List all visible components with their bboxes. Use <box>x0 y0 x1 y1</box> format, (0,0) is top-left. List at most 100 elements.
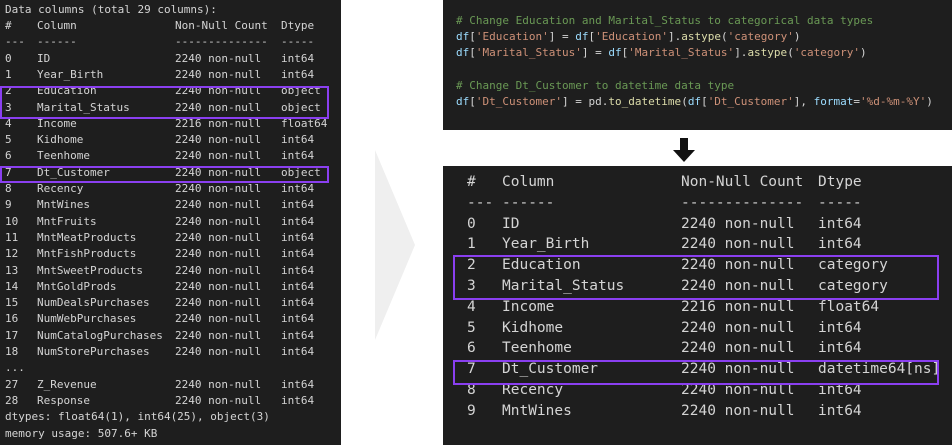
table-row: 14 MntGoldProds 2240 non-null int64 <box>0 279 341 295</box>
cell-dtype: int64 <box>281 214 315 228</box>
cell-dtype: int64 <box>818 319 862 336</box>
cell-non-null-count: 2240 non-null <box>175 198 262 212</box>
table-row: 5 Kidhome 2240 non-null int64 <box>443 318 952 339</box>
cell-column: MntWines <box>502 402 572 419</box>
code-token: ) <box>926 95 933 108</box>
cell-column: NumCatalogPurchases <box>37 328 163 342</box>
cell-index: # <box>467 174 476 190</box>
cell-non-null-count: 2240 non-null <box>175 230 262 244</box>
cell-non-null-count: 2240 non-null <box>681 319 795 336</box>
cell-dtype: int64 <box>281 393 315 407</box>
cell-non-null-count: 2240 non-null <box>175 393 262 407</box>
cell-index: 5 <box>5 133 12 147</box>
code-token: 'Dt_Customer' <box>707 95 794 108</box>
code-comment-2: # Change Dt_Customer to datetime data ty… <box>456 79 735 92</box>
cell-non-null-count: 2240 non-null <box>175 312 262 326</box>
code-cell: # Change Education and Marital_Status to… <box>443 0 952 130</box>
cell-index: 1 <box>467 236 476 253</box>
cell-non-null-count: 2240 non-null <box>175 182 262 195</box>
code-token: df <box>687 95 702 108</box>
cell-index: 8 <box>5 182 12 195</box>
table-row: 17 NumCatalogPurchases 2240 non-null int64 <box>0 328 341 344</box>
info-title: Data columns (total 29 columns): <box>5 3 217 16</box>
cell-index: 15 <box>5 296 19 310</box>
cell-non-null-count: 2240 non-null <box>175 133 262 147</box>
cell-index: 1 <box>5 67 12 81</box>
highlight-box-categorical-after <box>453 255 939 300</box>
cell-non-null-count: 2240 non-null <box>175 377 262 391</box>
table-row: 28 Response 2240 non-null int64 <box>0 393 341 409</box>
cell-dtype: Dtype <box>818 174 862 190</box>
code-token: ( <box>681 95 688 108</box>
cell-index: 9 <box>5 198 12 212</box>
code-token: 'category' <box>793 46 861 59</box>
cell-non-null-count: 2240 non-null <box>175 214 262 228</box>
code-line-education: df['Education'] = df['Education'].astype… <box>456 29 800 45</box>
cell-dtype: int64 <box>281 345 315 358</box>
code-token: ) <box>860 46 867 59</box>
table-row: 13 MntSweetProducts 2240 non-null int64 <box>0 263 341 279</box>
cell-dtype: int64 <box>281 312 315 326</box>
cell-dtype: int64 <box>281 328 315 342</box>
code-token: 'Education' <box>595 30 668 43</box>
cell-dtype: ----- <box>281 35 315 49</box>
cell-column: ------ <box>37 35 77 49</box>
code-token: astype <box>747 46 788 59</box>
code-comment-1: # Change Education and Marital_Status to… <box>456 14 874 27</box>
code-token: df <box>456 46 470 59</box>
code-token: astype <box>681 30 721 43</box>
arrow-down-icon <box>673 138 695 162</box>
table-row: 5 Kidhome 2240 non-null int64 <box>0 132 341 148</box>
table-row: 16 NumWebPurchases 2240 non-null int64 <box>0 311 341 327</box>
cell-index: 12 <box>5 247 19 261</box>
cell-column: ID <box>37 51 51 65</box>
cell-dtype: int64 <box>281 230 315 244</box>
info-output-after: # Column Non-Null Count Dtype --- ------ -----… <box>443 166 952 445</box>
cell-column: MntWines <box>37 198 90 212</box>
table-row: 10 MntFruits 2240 non-null int64 <box>0 214 341 230</box>
table-row: 6 Teenhome 2240 non-null int64 <box>0 148 341 164</box>
cell-column: Year_Birth <box>37 67 104 81</box>
cell-non-null-count: 2240 non-null <box>681 236 795 253</box>
cell-non-null-count: -------------- <box>175 35 268 49</box>
cell-column: ------ <box>502 194 555 211</box>
cell-column: Teenhome <box>502 340 572 357</box>
code-token: ] = <box>581 46 609 59</box>
table-row: 11 MntMeatProducts 2240 non-null int64 <box>0 230 341 246</box>
code-token: '%d-%m-%Y' <box>860 95 927 108</box>
ellipsis-text: ... <box>5 361 25 375</box>
table-row: 1 Year_Birth 2240 non-null int64 <box>443 234 952 255</box>
table-row: 27 Z_Revenue 2240 non-null int64 <box>0 377 341 393</box>
cell-dtype: int64 <box>818 236 862 253</box>
cell-dtype: ----- <box>818 194 862 211</box>
code-line-marital-status: df['Marital_Status'] = df['Marital_Statu… <box>456 45 867 61</box>
code-token: ], <box>793 95 814 108</box>
info-output-before: Data columns (total 29 columns): # Column… <box>0 0 341 445</box>
highlight-box-categorical-before <box>0 86 329 119</box>
cell-dtype: int64 <box>281 296 315 310</box>
code-token: 'Marital_Status' <box>628 46 735 59</box>
code-token: [ <box>701 95 708 108</box>
cell-column: Kidhome <box>502 319 564 336</box>
cell-dtype: int64 <box>818 402 862 419</box>
table-header: # Column Non-Null Count Dtype <box>0 18 341 34</box>
cell-column: Z_Revenue <box>37 377 97 391</box>
cell-non-null-count: 2240 non-null <box>175 263 262 277</box>
code-token: [ <box>469 30 476 43</box>
cell-index: 18 <box>5 345 19 358</box>
cell-dtype: int64 <box>281 279 315 293</box>
code-token: 'Marital_Status' <box>475 46 582 59</box>
cell-index: 14 <box>5 279 19 293</box>
cell-dtype: int64 <box>281 133 315 147</box>
code-token: 'category' <box>727 30 794 43</box>
table-header: # Column Non-Null Count Dtype <box>443 172 952 193</box>
code-token: ]. <box>734 46 748 59</box>
cell-non-null-count: 2240 non-null <box>175 149 262 163</box>
cell-index: --- <box>467 194 494 211</box>
cell-dtype: int64 <box>281 247 315 261</box>
cell-non-null-count: 2240 non-null <box>175 328 262 342</box>
cell-dtype: int64 <box>281 377 315 391</box>
code-token: ) <box>793 30 801 43</box>
cell-non-null-count: 2240 non-null <box>681 402 795 419</box>
cell-index: 11 <box>5 230 19 244</box>
